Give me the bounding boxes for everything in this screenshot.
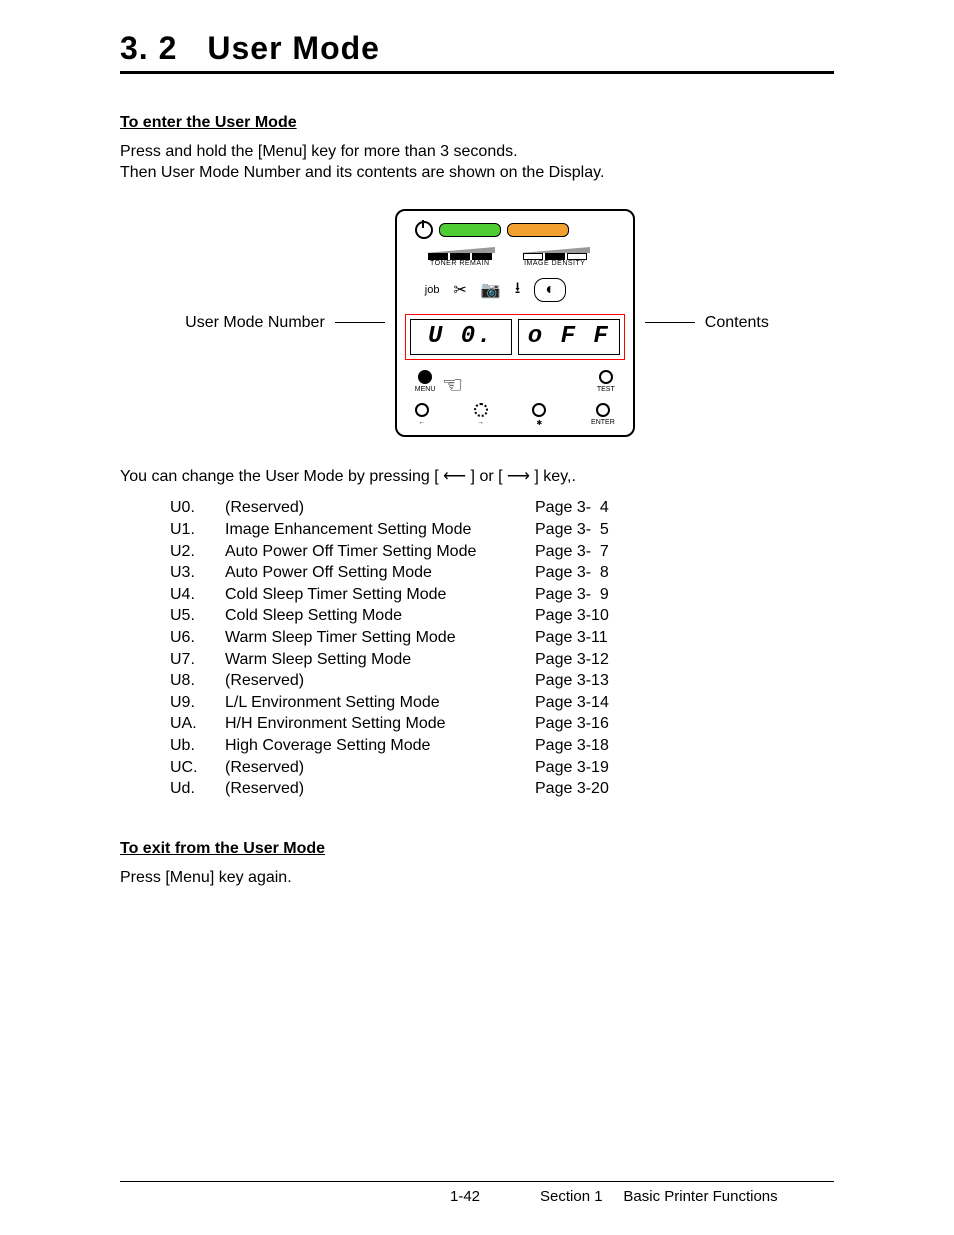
contrast-button: ◐ <box>534 278 566 302</box>
heading-number: 3. 2 <box>120 30 177 66</box>
callout-left: User Mode Number <box>185 314 325 332</box>
list-item: Ud.(Reserved)Page 3-20 <box>170 778 834 800</box>
star-label: ✱ <box>536 419 542 427</box>
section-heading: 3. 2 User Mode <box>120 30 834 74</box>
list-item: U2.Auto Power Off Timer Setting ModePage… <box>170 541 834 563</box>
panel-diagram: User Mode Number TONER REMAIN <box>120 209 834 437</box>
list-item: U4.Cold Sleep Timer Setting ModePage 3- … <box>170 584 834 606</box>
enter-button <box>596 403 610 417</box>
list-item: U5.Cold Sleep Setting ModePage 3-10 <box>170 605 834 627</box>
arrow-left-icon: ⟵ <box>443 467 466 488</box>
list-item: U9.L/L Environment Setting ModePage 3-14 <box>170 692 834 714</box>
footer-section: Section 1 Basic Printer Functions <box>540 1188 778 1205</box>
list-item: U1.Image Enhancement Setting ModePage 3-… <box>170 519 834 541</box>
exit-title: To exit from the User Mode <box>120 840 834 858</box>
left-button <box>415 403 429 417</box>
list-item: U8.(Reserved)Page 3-13 <box>170 670 834 692</box>
footer-page: 1-42 <box>450 1188 480 1205</box>
display-row: U 0. o F F <box>405 314 625 360</box>
status-lights <box>415 221 625 239</box>
list-item: U3.Auto Power Off Setting ModePage 3- 8 <box>170 562 834 584</box>
mode-list: U0.(Reserved)Page 3- 4 U1.Image Enhancem… <box>170 497 834 799</box>
enter-line1: Press and hold the [Menu] key for more t… <box>120 142 834 163</box>
scissors-icon: ✂ <box>453 280 466 300</box>
enter-label: ENTER <box>591 419 615 426</box>
exit-text: Press [Menu] key again. <box>120 868 834 889</box>
toner-remain: TONER REMAIN <box>425 247 495 267</box>
density-label: IMAGE DENSITY <box>524 260 585 267</box>
camera-icon: 📷 <box>481 280 501 300</box>
test-button <box>599 370 613 384</box>
mode-icons: job ✂ 📷 ⭳ ◐ <box>425 277 625 304</box>
list-item: UA.H/H Environment Setting ModePage 3-16 <box>170 713 834 735</box>
enter-line2: Then User Mode Number and its contents a… <box>120 163 834 184</box>
level-indicators: TONER REMAIN IMAGE DENSITY <box>425 247 625 267</box>
led-orange <box>507 223 569 237</box>
enter-text: Press and hold the [Menu] key for more t… <box>120 142 834 184</box>
led-green <box>439 223 501 237</box>
arrow-right-icon: ⟶ <box>507 467 530 488</box>
callout-right: Contents <box>705 314 769 332</box>
test-label: TEST <box>597 386 615 393</box>
image-density: IMAGE DENSITY <box>520 247 590 267</box>
change-mid: ] or [ <box>466 468 507 485</box>
triangle-icon <box>520 247 590 253</box>
callout-line-left <box>335 322 385 323</box>
hand-pointer-icon: ☜ <box>442 371 464 400</box>
job-label: job <box>425 284 440 296</box>
control-panel: TONER REMAIN IMAGE DENSITY job ✂ 📷 ⭳ ◐ <box>395 209 635 437</box>
list-item: UC.(Reserved)Page 3-19 <box>170 757 834 779</box>
change-text: You can change the User Mode by pressing… <box>120 467 834 488</box>
callout-line-right <box>645 322 695 323</box>
right-label: → <box>477 419 484 426</box>
button-row-top: MENU . . TEST <box>405 370 625 393</box>
button-row-bottom: ← → ✱ ENTER <box>405 403 625 427</box>
toner-label: TONER REMAIN <box>430 260 490 267</box>
lcd-left: U 0. <box>410 319 512 355</box>
enter-title: To enter the User Mode <box>120 114 834 132</box>
right-button <box>474 403 488 417</box>
download-icon: ⭳ <box>515 277 521 304</box>
change-suffix: ] key,. <box>530 468 576 485</box>
lcd-right: o F F <box>518 319 620 355</box>
page-footer: 1-42 Section 1 Basic Printer Functions <box>120 1181 834 1205</box>
change-prefix: You can change the User Mode by pressing… <box>120 468 443 485</box>
menu-label: MENU <box>415 386 436 393</box>
list-item: U0.(Reserved)Page 3- 4 <box>170 497 834 519</box>
left-label: ← <box>418 419 425 426</box>
menu-button <box>418 370 432 384</box>
list-item: Ub.High Coverage Setting ModePage 3-18 <box>170 735 834 757</box>
star-button <box>532 403 546 417</box>
list-item: U7.Warm Sleep Setting ModePage 3-12 <box>170 649 834 671</box>
power-icon <box>415 221 433 239</box>
heading-title: User Mode <box>207 30 380 66</box>
list-item: U6.Warm Sleep Timer Setting ModePage 3-1… <box>170 627 834 649</box>
triangle-icon <box>425 247 495 253</box>
